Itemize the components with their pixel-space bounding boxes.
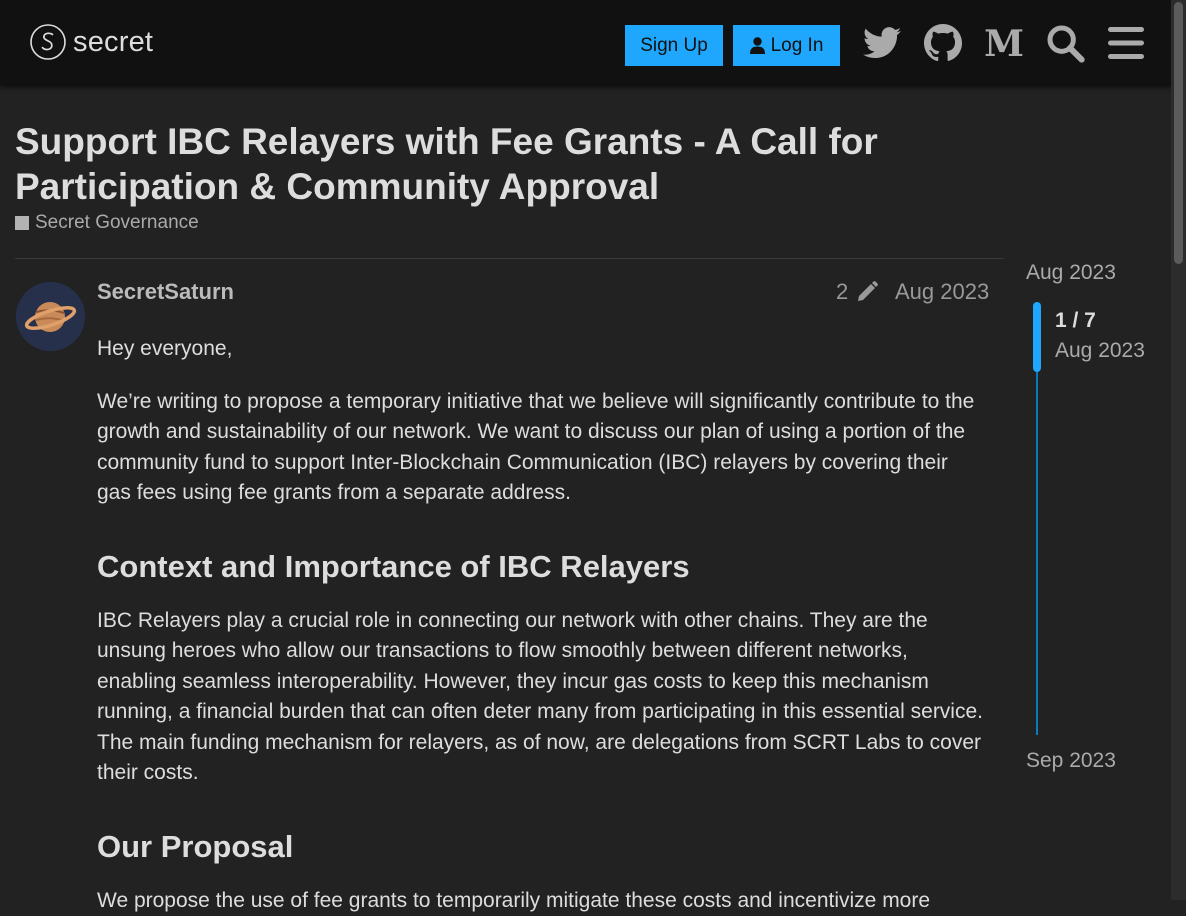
saturn-avatar-icon: [16, 282, 85, 351]
site-header: secret Sign Up Log In M: [0, 0, 1171, 86]
avatar[interactable]: [16, 282, 85, 351]
post-date[interactable]: Aug 2023: [895, 279, 989, 305]
svg-text:M: M: [984, 26, 1024, 60]
timeline-position: 1 / 7: [1055, 309, 1096, 332]
github-icon[interactable]: [923, 22, 963, 64]
post-greeting: Hey everyone,: [97, 337, 233, 360]
post-paragraph: IBC Relayers play a crucial role in conn…: [97, 609, 983, 785]
twitter-icon[interactable]: [862, 22, 902, 64]
site-logo[interactable]: secret: [30, 24, 153, 60]
timeline-position-date: Aug 2023: [1055, 339, 1145, 362]
timeline-scroller-handle[interactable]: [1033, 302, 1041, 372]
logo-text: secret: [73, 26, 154, 58]
menu-icon[interactable]: [1106, 22, 1146, 64]
pencil-icon: [858, 281, 879, 301]
edit-history-button[interactable]: 2: [836, 279, 879, 305]
category-badge[interactable]: Secret Governance: [15, 212, 199, 234]
category-label: Secret Governance: [35, 212, 199, 233]
post-paragraph: We propose the use of fee grants to temp…: [97, 889, 931, 912]
section-heading: Context and Importance of IBC Relayers: [97, 549, 690, 584]
topic-title: Support IBC Relayers with Fee Grants - A…: [15, 121, 878, 207]
timeline-end-date[interactable]: Sep 2023: [1026, 749, 1116, 773]
search-icon[interactable]: [1045, 22, 1085, 64]
log-in-label: Log In: [770, 34, 824, 56]
edit-count: 2: [836, 279, 849, 304]
scrollbar-thumb[interactable]: [1174, 2, 1183, 264]
section-heading: Our Proposal: [97, 829, 294, 864]
post-username[interactable]: SecretSaturn: [97, 279, 234, 305]
medium-icon[interactable]: M: [984, 22, 1024, 64]
sign-up-button[interactable]: Sign Up: [625, 25, 723, 66]
title-divider: [15, 258, 1004, 259]
timeline-start-date[interactable]: Aug 2023: [1026, 261, 1116, 285]
page-scrollbar[interactable]: [1171, 0, 1186, 900]
category-color-icon: [15, 216, 29, 230]
post-paragraph: We’re writing to propose a temporary ini…: [97, 390, 975, 505]
user-icon: [749, 37, 765, 54]
secret-logo-icon: [30, 24, 66, 60]
log-in-button[interactable]: Log In: [733, 25, 840, 66]
